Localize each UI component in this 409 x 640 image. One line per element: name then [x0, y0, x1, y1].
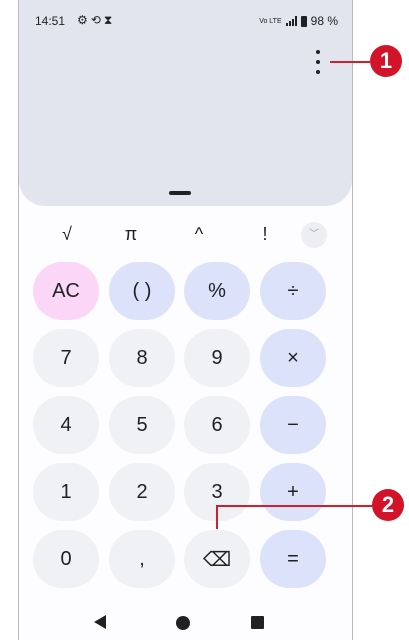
recents-icon[interactable] — [251, 616, 264, 629]
home-icon[interactable] — [176, 616, 190, 630]
backspace-icon[interactable]: ⌫ — [184, 530, 250, 588]
digit-5-button[interactable]: 5 — [109, 396, 175, 454]
parentheses-button[interactable]: ( ) — [109, 262, 175, 320]
more-options-icon[interactable] — [311, 50, 325, 74]
navigation-bar — [19, 598, 352, 640]
divide-button[interactable]: ÷ — [260, 262, 326, 320]
sync-icon: ⟲ — [90, 13, 104, 27]
digit-8-button[interactable]: 8 — [109, 329, 175, 387]
callout-1-badge: 1 — [370, 45, 402, 77]
digit-9-button[interactable]: 9 — [184, 329, 250, 387]
status-icons: ⚙⟲⧗ — [77, 13, 115, 28]
digit-6-button[interactable]: 6 — [184, 396, 250, 454]
percent-button[interactable]: % — [184, 262, 250, 320]
volte-label: Vo LTE — [259, 17, 282, 25]
gear-icon: ⚙ — [77, 13, 91, 27]
status-right: Vo LTE 98 % — [259, 14, 338, 28]
pi-button[interactable]: π — [111, 222, 151, 246]
sqrt-button[interactable]: √ — [47, 222, 87, 246]
digit-0-button[interactable]: 0 — [33, 530, 99, 588]
multiply-button[interactable]: × — [260, 329, 326, 387]
signal-icon — [285, 16, 297, 26]
callout-2-badge: 2 — [372, 489, 404, 521]
calculator-screen: 14:51 ⚙⟲⧗ Vo LTE 98 % √ π ^ ! ﹀ AC ( ) % — [18, 0, 353, 640]
digit-7-button[interactable]: 7 — [33, 329, 99, 387]
clear-button[interactable]: AC — [33, 262, 99, 320]
add-button[interactable]: + — [260, 463, 326, 521]
callout-2-line — [216, 505, 372, 507]
history-drag-handle[interactable] — [169, 191, 191, 195]
callout-2-vline — [216, 505, 218, 529]
result-display: 14:51 ⚙⟲⧗ Vo LTE 98 % — [19, 0, 352, 206]
status-bar: 14:51 ⚙⟲⧗ Vo LTE 98 % — [35, 13, 338, 30]
hourglass-icon: ⧗ — [103, 13, 116, 27]
clock: 14:51 — [35, 14, 66, 28]
subtract-button[interactable]: − — [260, 396, 326, 454]
digit-1-button[interactable]: 1 — [33, 463, 99, 521]
scientific-functions-row: √ π ^ ! ﹀ — [19, 222, 352, 250]
digit-4-button[interactable]: 4 — [33, 396, 99, 454]
digit-2-button[interactable]: 2 — [109, 463, 175, 521]
equals-button[interactable]: = — [260, 530, 326, 588]
battery-percent: 98 % — [310, 14, 338, 28]
battery-icon — [300, 15, 307, 27]
callout-1-line — [330, 61, 370, 63]
power-button[interactable]: ^ — [179, 222, 219, 246]
back-icon[interactable] — [94, 615, 106, 629]
chevron-down-icon[interactable]: ﹀ — [301, 222, 327, 248]
factorial-button[interactable]: ! — [245, 222, 285, 246]
decimal-comma-button[interactable]: , — [109, 530, 175, 588]
